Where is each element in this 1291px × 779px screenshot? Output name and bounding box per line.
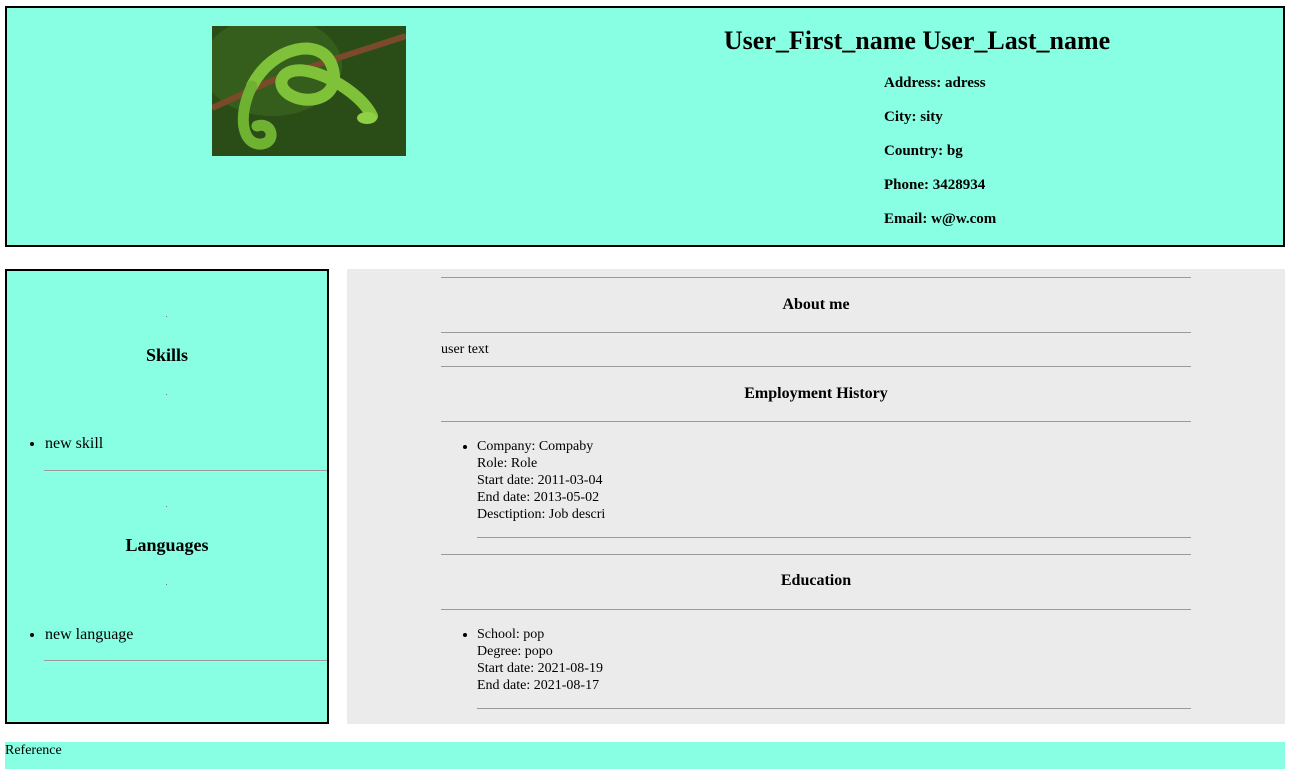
divider <box>441 366 1191 367</box>
divider <box>166 394 167 395</box>
divider <box>441 421 1191 422</box>
country-text: Country: bg <box>884 143 963 159</box>
education-list: School: pop Degree: popo Start date: 202… <box>441 626 603 694</box>
start-date-text: Start date: 2011-03-04 <box>477 473 603 488</box>
description-text: Desctiption: Job descri <box>477 507 606 522</box>
profile-header: User_First_name User_Last_name Address: … <box>5 6 1285 247</box>
email-text: Email: w@w.com <box>884 211 997 227</box>
divider <box>477 708 1191 709</box>
phone-text: Phone: 3428934 <box>884 177 986 193</box>
languages-title: Languages <box>125 535 209 555</box>
education-title: Education <box>780 572 852 589</box>
contact-info: Address: adress City: sity Country: bg P… <box>884 74 996 244</box>
address-text: Address: adress <box>884 75 986 91</box>
about-text: user text <box>441 342 489 357</box>
divider <box>166 584 167 585</box>
city-text: City: sity <box>884 109 943 125</box>
snake-photo-icon <box>212 26 406 156</box>
profile-photo <box>212 26 406 156</box>
role-text: Role: Role <box>477 456 538 471</box>
list-item: new language <box>45 625 133 645</box>
skills-list: new skill <box>7 434 103 454</box>
school-text: School: pop <box>477 627 545 642</box>
employment-title: Employment History <box>744 385 888 402</box>
list-item: School: pop Degree: popo Start date: 202… <box>477 626 603 694</box>
user-full-name: User_First_name User_Last_name <box>723 26 1111 55</box>
list-item: Company: Compaby Role: Role Start date: … <box>477 438 605 523</box>
divider <box>166 506 167 507</box>
start-date-text: Start date: 2021-08-19 <box>477 661 603 676</box>
end-date-text: End date: 2021-08-17 <box>477 678 600 693</box>
company-text: Company: Compaby <box>477 439 594 454</box>
divider <box>44 660 327 662</box>
degree-text: Degree: popo <box>477 644 553 659</box>
divider <box>44 470 327 472</box>
about-title: About me <box>782 296 850 313</box>
employment-list: Company: Compaby Role: Role Start date: … <box>441 438 605 523</box>
footer: Reference <box>5 742 1285 769</box>
main-content: About me user text Employment History Co… <box>347 269 1285 724</box>
divider <box>477 537 1191 538</box>
sidebar: Skills new skill Languages new language <box>5 269 329 724</box>
divider <box>441 277 1191 278</box>
divider <box>441 332 1191 333</box>
end-date-text: End date: 2013-05-02 <box>477 490 600 505</box>
divider <box>441 554 1191 555</box>
list-item: new skill <box>45 434 103 454</box>
languages-list: new language <box>7 625 133 645</box>
divider <box>166 316 167 317</box>
skills-title: Skills <box>145 345 189 365</box>
reference-label: Reference <box>5 743 62 758</box>
divider <box>441 609 1191 610</box>
